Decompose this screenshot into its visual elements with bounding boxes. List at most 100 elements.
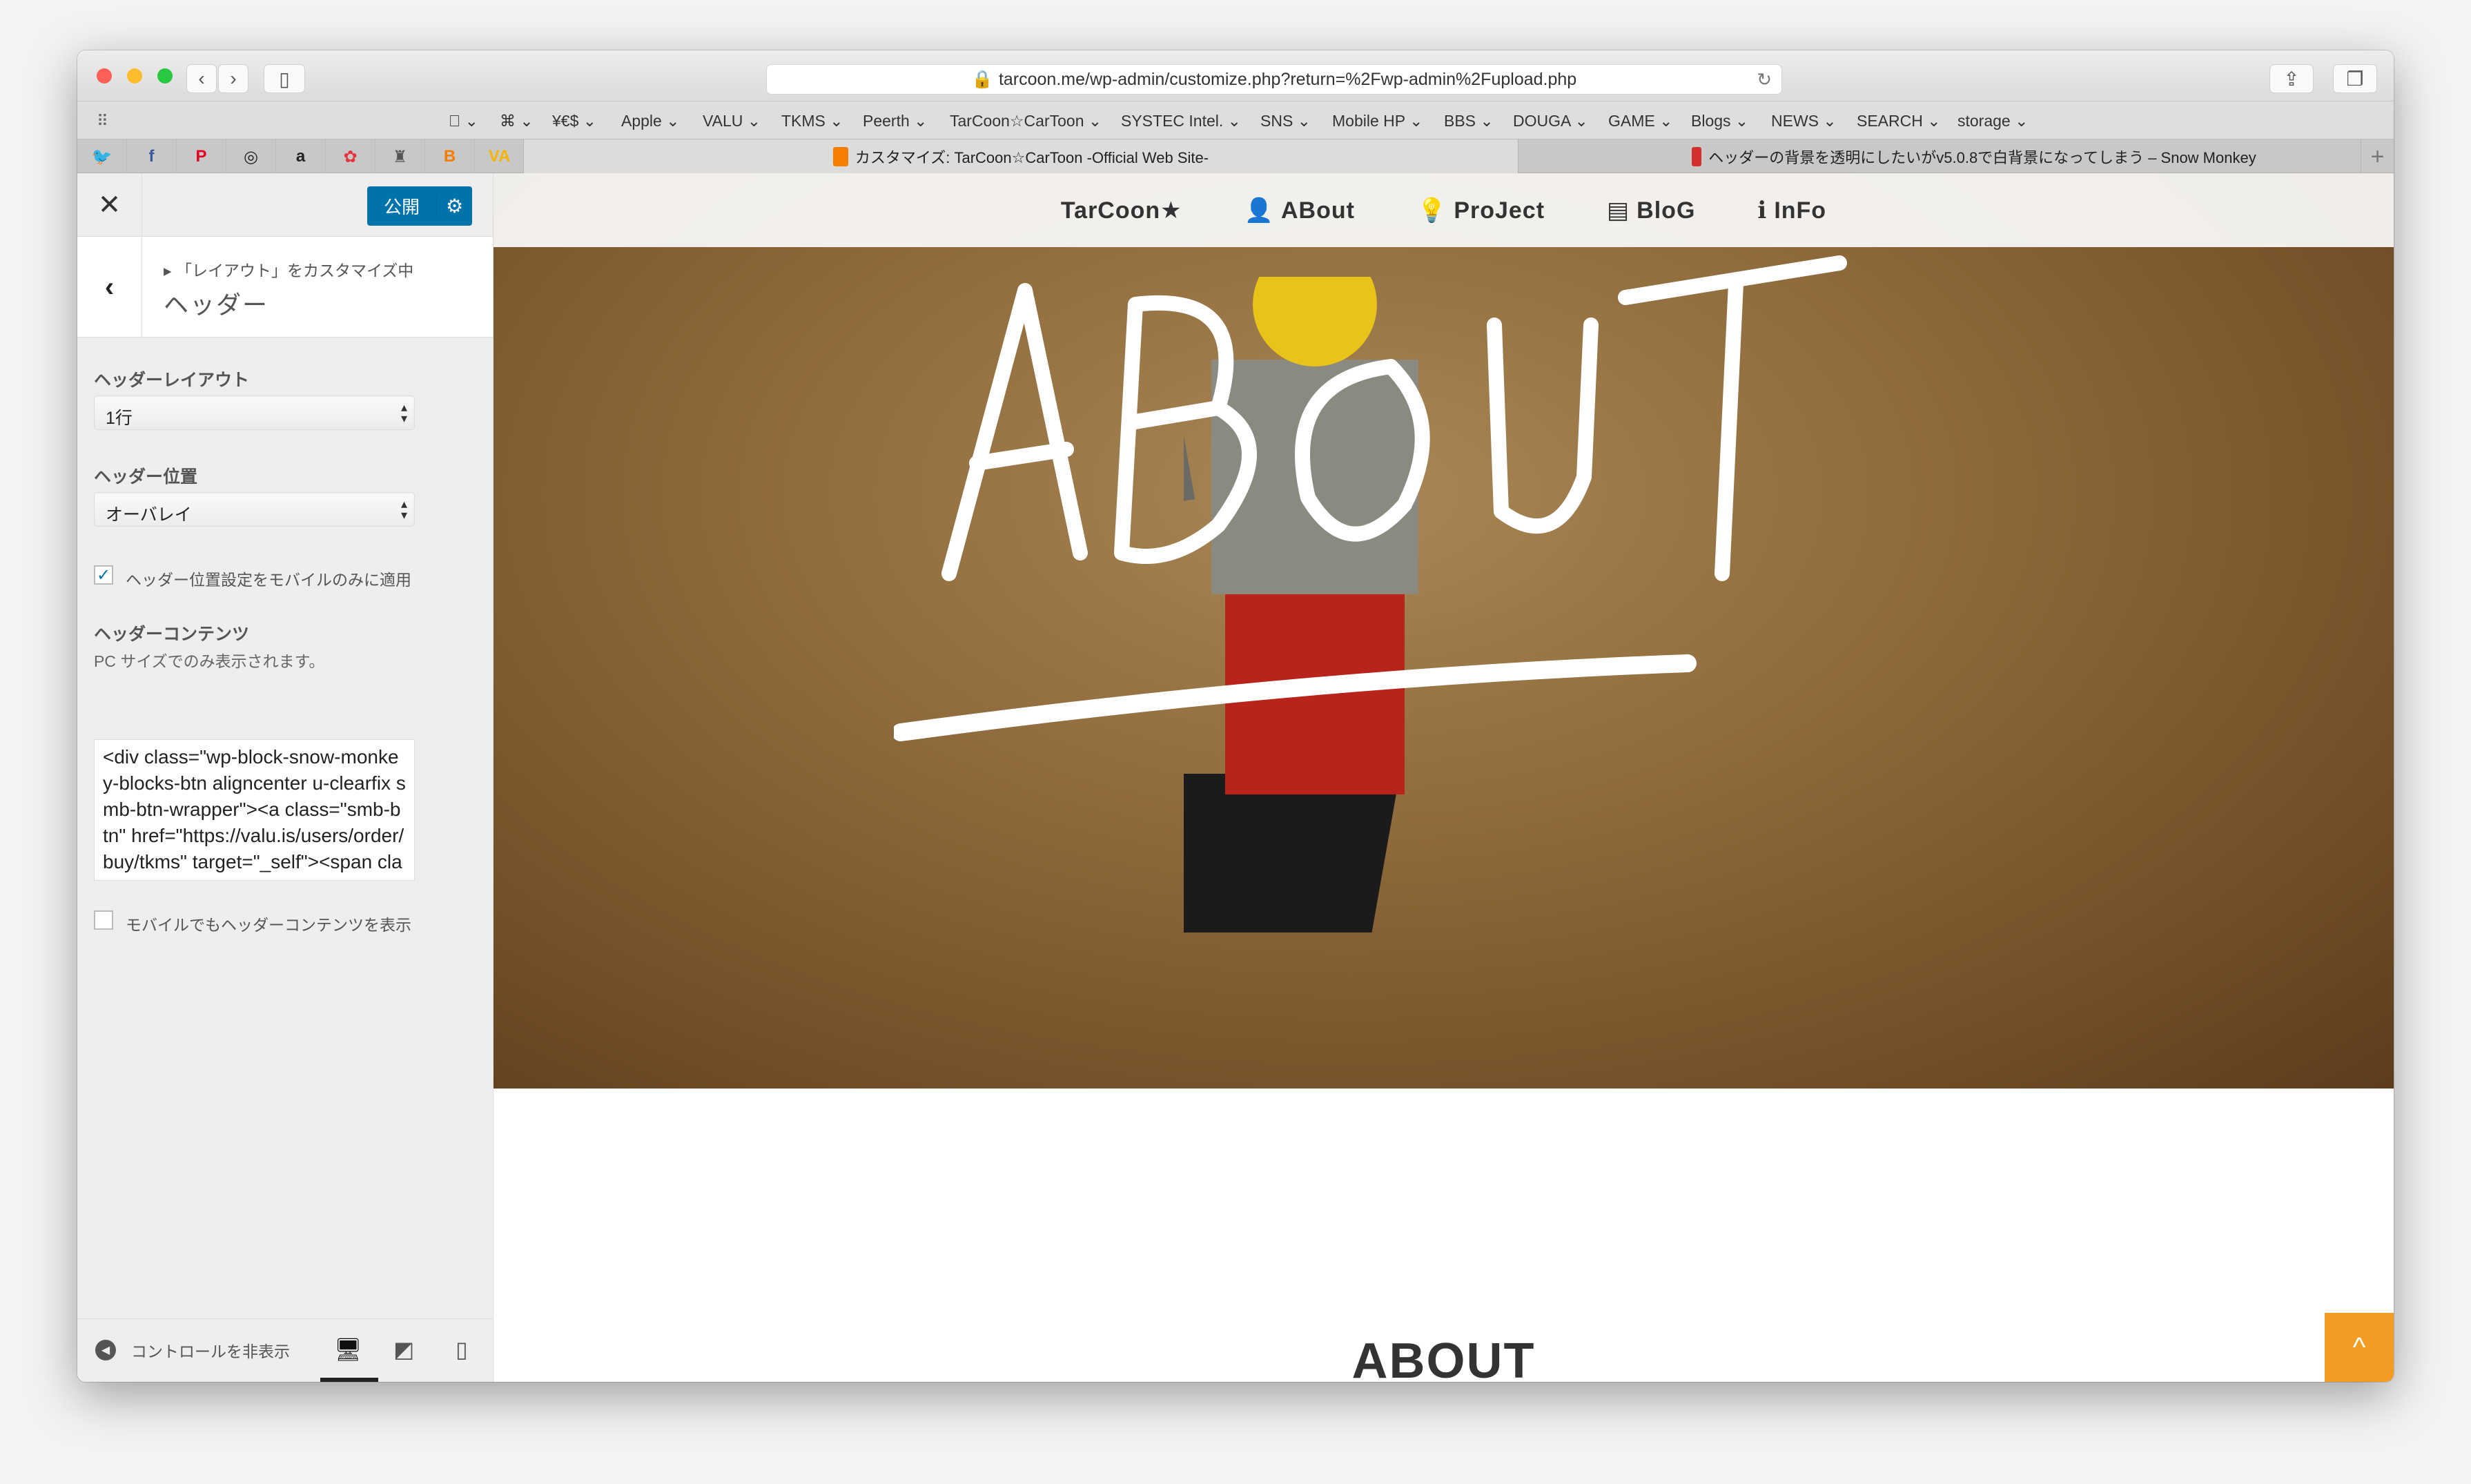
header-content-description: PC サイズでのみ表示されます。 xyxy=(94,652,325,670)
tab-bar: 🐦 f P ◎ a ✿ ♜ B VA カスタマイズ: TarCoon☆CarToon -Offi… xyxy=(77,139,2394,174)
tab-customize[interactable]: カスタマイズ: TarCoon☆CarToon -Official Web Si… xyxy=(523,139,1518,174)
bookmark-folder[interactable]: storage ⌄ xyxy=(1957,112,2028,130)
tabs-icon: ❐ xyxy=(2346,68,2364,90)
nav-info[interactable]: ℹ InFo xyxy=(1757,197,1826,224)
customizer-header: ✕ 公開 ⚙ xyxy=(77,173,493,237)
lock-icon: 🔒 xyxy=(971,69,993,89)
sidebar-toggle-button[interactable]: ▯ xyxy=(264,64,305,93)
bookmark-folder[interactable]: ¥€$ ⌄ xyxy=(552,112,596,130)
hero-about-lettering xyxy=(894,255,1847,741)
nav-project[interactable]: 💡 ProJect xyxy=(1417,197,1545,224)
site-preview: TarCoon★ 👤 ABout 💡 ProJect ▤ BloG ℹ InFo ABO… xyxy=(494,173,2394,1382)
forward-nav-button[interactable]: › xyxy=(218,64,248,93)
breadcrumb: ▸ 「レイアウト」をカスタマイズ中 xyxy=(164,262,414,280)
select-arrows-icon: ▴ ▾ xyxy=(400,497,407,522)
bookmark-folder[interactable]: GAME ⌄ xyxy=(1608,112,1672,130)
bookmark-folder[interactable]: Blogs ⌄ xyxy=(1691,112,1748,130)
close-icon: ✕ xyxy=(97,190,121,220)
header-layout-select[interactable]: 1行 ▴ ▾ xyxy=(94,396,415,430)
header-position-value: オーバレイ xyxy=(106,505,192,525)
nav-blog[interactable]: ▤ BloG xyxy=(1607,197,1695,224)
blogger-favicon-icon xyxy=(832,147,848,166)
figure-icon[interactable]: ♜ xyxy=(375,139,425,174)
zoom-window-button[interactable] xyxy=(157,68,173,84)
browser-window: ‹ › ▯ 🔒 tarcoon.me/wp-admin/customize.ph… xyxy=(77,50,2394,1382)
share-icon: ⇪ xyxy=(2283,68,2300,90)
header-content-label: ヘッダーコンテンツ xyxy=(94,625,250,644)
sidebar-icon: ▯ xyxy=(279,68,290,90)
bookmark-folder[interactable]: BBS ⌄ xyxy=(1444,112,1494,130)
close-window-button[interactable] xyxy=(97,68,112,84)
bookmark-folder[interactable]: VALU ⌄ xyxy=(703,112,761,130)
flower-icon[interactable]: ✿ xyxy=(326,139,375,174)
bookmark-folder[interactable]: Apple ⌄ xyxy=(621,112,680,130)
twitter-icon[interactable]: 🐦 xyxy=(77,139,127,174)
publish-label: 公開 xyxy=(383,197,420,217)
address-bar[interactable]: 🔒 tarcoon.me/wp-admin/customize.php?retu… xyxy=(766,64,1782,95)
tablet-preview-icon[interactable]: ◩ xyxy=(393,1336,414,1363)
blogger-icon[interactable]: B xyxy=(425,139,475,174)
user-icon: 👤 xyxy=(1244,197,1274,224)
mobile-preview-icon[interactable]: ▯ xyxy=(456,1336,468,1363)
tabs-overview-button[interactable]: ❐ xyxy=(2333,64,2377,93)
section-title-bar: ‹ ▸ 「レイアウト」をカスタマイズ中 ヘッダー xyxy=(77,237,493,338)
bookmark-folder[interactable]: ⌘ ⌄ xyxy=(500,112,534,130)
header-content-textarea[interactable]: <div class="wp-block-snow-monkey-blocks-… xyxy=(94,739,415,881)
hide-controls-label: コントロールを非表示 xyxy=(131,1343,290,1360)
info-icon: ℹ xyxy=(1757,197,1768,224)
bookmark-folder[interactable]: SYSTEC Intel. ⌄ xyxy=(1121,112,1241,130)
reload-icon[interactable]: ↻ xyxy=(1757,69,1772,90)
bookmark-folder[interactable]: Mobile HP ⌄ xyxy=(1332,112,1423,130)
back-to-top-button[interactable]: ^ xyxy=(2325,1313,2394,1382)
select-arrows-icon: ▴ ▾ xyxy=(400,400,407,425)
nav-info-label: InFo xyxy=(1774,197,1827,224)
mobile-only-label: ヘッダー位置設定をモバイルのみに適用 xyxy=(126,571,411,589)
header-position-select[interactable]: オーバレイ ▴ ▾ xyxy=(94,492,415,527)
bookmark-folder[interactable]: NEWS ⌄ xyxy=(1771,112,1837,130)
bookmark-folder[interactable]: TarCoon☆CarToon ⌄ xyxy=(950,112,1102,130)
header-layout-label: ヘッダーレイアウト xyxy=(94,371,250,390)
hero-image: TarCoon★ 👤 ABout 💡 ProJect ▤ BloG ℹ InFo xyxy=(494,173,2394,1088)
instagram-icon[interactable]: ◎ xyxy=(226,139,276,174)
collapse-icon: ◀ xyxy=(95,1340,116,1360)
back-button[interactable]: ‹ xyxy=(77,237,142,338)
hide-controls-button[interactable]: ◀ コントロールを非表示 xyxy=(95,1338,290,1362)
header-position-label: ヘッダー位置 xyxy=(94,467,198,487)
show-on-mobile-checkbox[interactable] xyxy=(94,910,113,930)
bookmark-folder[interactable]: DOUGA ⌄ xyxy=(1513,112,1588,130)
back-nav-button[interactable]: ‹ xyxy=(186,64,217,93)
bookmark-folder[interactable]: TKMS ⌄ xyxy=(781,112,843,130)
gear-icon[interactable]: ⚙ xyxy=(436,195,472,217)
nav-blog-label: BloG xyxy=(1637,197,1696,224)
bookmark-folder[interactable]: Peerth ⌄ xyxy=(863,112,927,130)
chevron-up-icon: ^ xyxy=(2352,1331,2366,1363)
url-text: tarcoon.me/wp-admin/customize.php?return… xyxy=(998,69,1577,89)
minimize-window-button[interactable] xyxy=(127,68,142,84)
browser-toolbar: ‹ › ▯ 🔒 tarcoon.me/wp-admin/customize.ph… xyxy=(77,50,2394,101)
close-customizer-button[interactable]: ✕ xyxy=(77,173,142,237)
bookmarks-bar: ⠿  ⌄ ⌘ ⌄ ¥€$ ⌄ Apple ⌄ VALU ⌄ TKMS ⌄ Peerth ⌄… xyxy=(77,101,2394,139)
customizer-sidebar: ✕ 公開 ⚙ ‹ ▸ 「レイアウト」をカスタマイズ中 ヘッダー ヘッダーレイアウ… xyxy=(77,173,494,1382)
publish-button[interactable]: 公開 ⚙ xyxy=(367,186,472,226)
amazon-icon[interactable]: a xyxy=(276,139,326,174)
pinterest-icon[interactable]: P xyxy=(177,139,226,174)
nav-home[interactable]: TarCoon★ xyxy=(1061,197,1182,224)
bookmark-folder[interactable]: SNS ⌄ xyxy=(1260,112,1311,130)
nav-project-label: ProJect xyxy=(1454,197,1545,224)
lightbulb-icon: 💡 xyxy=(1416,197,1447,224)
facebook-icon[interactable]: f xyxy=(127,139,177,174)
mobile-only-checkbox[interactable]: ✓ xyxy=(94,565,113,585)
grid-icon[interactable]: ⠿ xyxy=(97,112,108,130)
bookmark-folder[interactable]:  ⌄ xyxy=(449,112,478,130)
nav-about[interactable]: 👤 ABout xyxy=(1244,197,1355,224)
new-tab-button[interactable]: + xyxy=(2361,139,2394,174)
desktop-preview-icon[interactable]: 🖥 xyxy=(334,1336,362,1363)
show-on-mobile-label: モバイルでもヘッダーコンテンツを表示 xyxy=(126,916,411,934)
tab-title: カスタマイズ: TarCoon☆CarToon -Official Web Si… xyxy=(854,149,1209,166)
bookmark-folder[interactable]: SEARCH ⌄ xyxy=(1857,112,1941,130)
share-button[interactable]: ⇪ xyxy=(2269,64,2314,93)
section-title: ヘッダー xyxy=(164,291,269,319)
tab-snow-monkey[interactable]: ヘッダーの背景を透明にしたいがv5.0.8で白背景になってしまう – Snow … xyxy=(1518,139,2394,174)
valu-icon[interactable]: VA xyxy=(475,139,525,174)
customizer-footer: ◀ コントロールを非表示 🖥 ◩ ▯ xyxy=(77,1318,493,1382)
